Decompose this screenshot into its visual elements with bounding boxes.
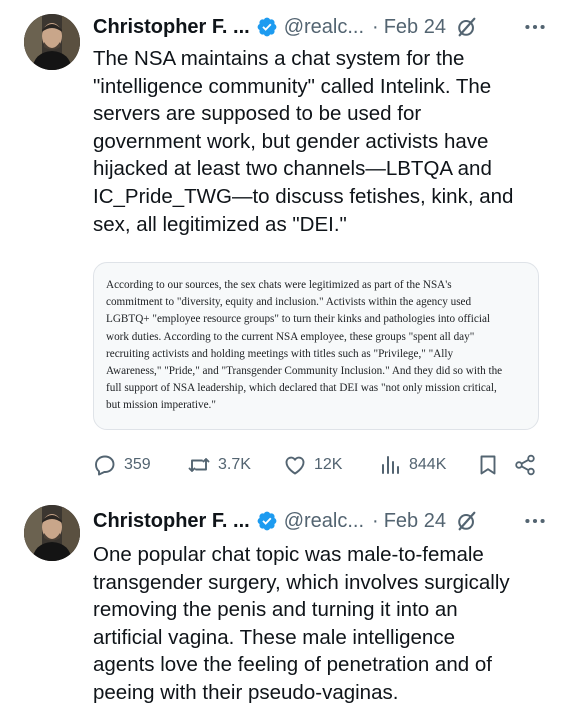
more-options-icon[interactable] [522,508,548,534]
share-icon [515,454,535,476]
quoted-article-image[interactable]: According to our sources, the sex chats … [93,262,539,430]
author-name[interactable]: Christopher F. ... [93,16,250,39]
repost-count: 3.7K [218,456,251,473]
like-icon [285,456,305,475]
bookmark-icon [480,455,496,475]
tweet-header: Christopher F. ... @realc... · Feb 24 [93,13,548,41]
tweet-date[interactable]: Feb 24 [384,510,446,533]
bookmark-button[interactable] [476,452,500,478]
repost-icon [188,458,210,472]
author-handle[interactable]: @realc... [284,510,364,533]
reply-count: 359 [124,456,151,473]
share-button[interactable] [513,452,537,478]
reply-button[interactable]: 359 [93,452,151,478]
separator-dot: · [372,509,379,532]
avatar[interactable] [24,14,80,70]
avatar-photo [24,14,80,70]
avatar-photo [24,505,80,561]
views-icon [382,456,399,474]
views-button[interactable]: 844K [378,452,446,478]
like-button[interactable]: 12K [283,452,342,478]
author-name[interactable]: Christopher F. ... [93,510,250,533]
tweet[interactable]: Christopher F. ... @realc... · Feb 24 On… [0,495,562,720]
reply-icon [95,455,115,476]
tweet-actions: 359 3.7K 12K 844K [93,452,545,478]
tweet-date[interactable]: Feb 24 [384,16,446,39]
tweet[interactable]: Christopher F. ... @realc... · Feb 24 Th… [0,0,562,495]
tweet-text: One popular chat topic was male-to-femal… [93,543,510,704]
like-count: 12K [314,456,343,473]
repost-button[interactable]: 3.7K [187,452,251,478]
verified-badge-icon [257,511,277,531]
author-handle[interactable]: @realc... [284,16,364,39]
separator-dot: · [372,15,379,38]
more-options-icon[interactable] [522,14,548,40]
quoted-article-text: According to our sources, the sex chats … [106,279,503,412]
grok-icon[interactable] [456,16,478,38]
views-count: 844K [409,456,447,473]
grok-icon[interactable] [456,510,478,532]
tweet-header: Christopher F. ... @realc... · Feb 24 [93,507,548,535]
avatar[interactable] [24,505,80,561]
tweet-text: The NSA maintains a chat system for the … [93,47,514,236]
verified-badge-icon [257,17,277,37]
